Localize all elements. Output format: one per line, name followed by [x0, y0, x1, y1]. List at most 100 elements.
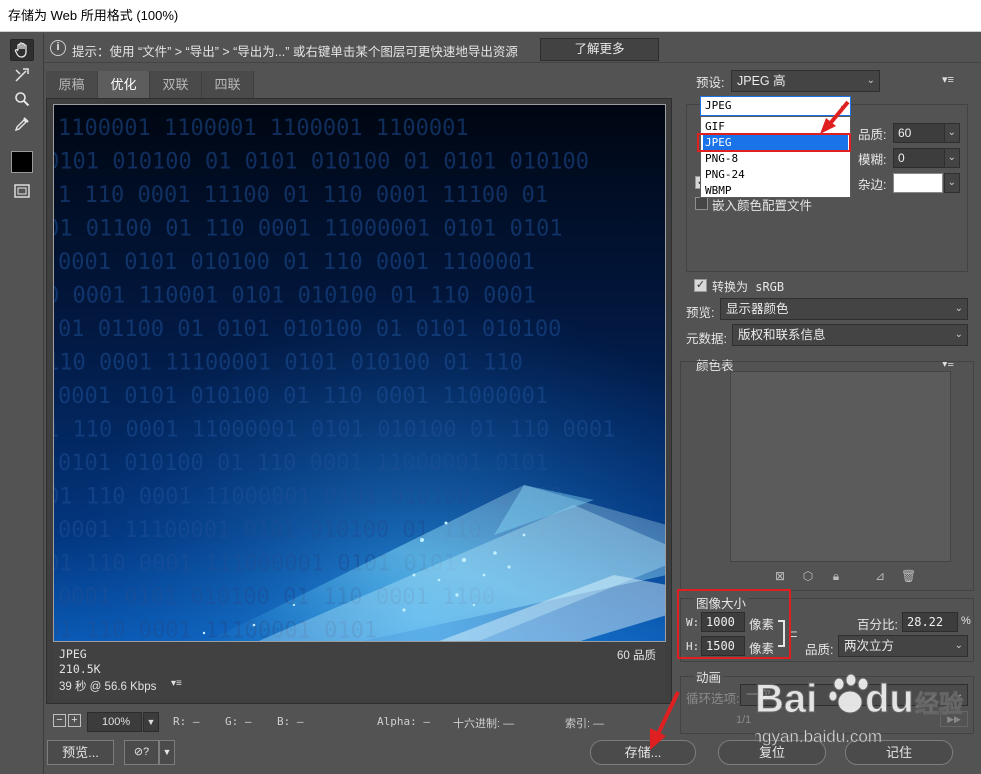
blur-slider-icon[interactable]: ⌄ — [944, 148, 960, 168]
zoom-dropdown-icon[interactable]: ▼ — [143, 712, 159, 732]
format-option-wbmp[interactable]: WBMP — [703, 183, 848, 198]
resample-quality-dropdown[interactable]: 两次立方 ⌄ — [838, 635, 968, 657]
metadata-label: 元数据: — [686, 332, 727, 346]
metadata-value: 版权和联系信息 — [738, 328, 826, 342]
status-alpha: Alpha: — — [377, 715, 430, 728]
format-option-png8[interactable]: PNG-8 — [703, 151, 848, 166]
tab-original[interactable]: 原稿 — [46, 71, 98, 98]
map-transparency-icon[interactable]: ⊠ — [773, 569, 787, 583]
annotation-arrow-save-icon — [650, 691, 680, 750]
quality-slider-icon[interactable]: ⌄ — [944, 123, 960, 143]
preview-format: JPEG — [59, 647, 87, 661]
matte-label: 杂边: — [858, 178, 887, 192]
percent-unit: % — [961, 615, 971, 627]
tool-panel — [0, 33, 44, 774]
baidu-watermark: Bai du 经验 jingyan.baidu.com — [744, 670, 970, 760]
status-g: G: — — [225, 715, 252, 728]
blur-label: 模糊: — [858, 153, 887, 167]
frame-counter: 1/1 — [736, 714, 752, 726]
watermark-brand: Bai — [755, 677, 817, 721]
preview-binary-row: 0101 010100 01 0101 010100 01 0101 01010… — [54, 150, 589, 175]
hint-text: 提示：使用 “文件” > “导出” > “导出为...” 或右键单击某个图层可更… — [72, 45, 518, 59]
optimize-menu-icon[interactable]: ▾≡ — [942, 73, 954, 86]
preview-file-size: 210.5K — [59, 662, 101, 676]
preview-info-panel: JPEG 210.5K 39 秒 @ 56.6 Kbps ▾≡ 60 品质 — [53, 643, 666, 700]
matte-dropdown-icon[interactable]: ⌄ — [944, 173, 960, 193]
preview-mode-value: 显示器颜色 — [726, 302, 789, 316]
chevron-down-icon: ⌄ — [954, 640, 963, 651]
color-table-area — [730, 371, 951, 562]
preview-quality: 60 品质 — [617, 650, 656, 662]
resample-quality-value: 两次立方 — [844, 639, 895, 653]
annotation-arrow-icon — [820, 100, 850, 134]
annotation-highlight-image-size — [677, 589, 791, 659]
tab-optimized[interactable]: 优化 — [98, 71, 150, 98]
convert-srgb-checkbox[interactable]: ✓ — [694, 279, 707, 292]
info-icon: i — [50, 40, 66, 56]
preview-binary-row: 1100001 1100001 1100001 1100001 — [58, 116, 469, 141]
preview-binary-row: 0101 010100 01 110 0001 11000001 0101 — [58, 451, 548, 476]
status-index: 索引: — — [565, 718, 605, 730]
preview-binary-row: 01 01100 01 0101 010100 01 0101 010100 — [58, 317, 561, 342]
browser-icon[interactable]: ⊘? — [124, 740, 159, 765]
quality-label: 品质: — [858, 128, 887, 142]
preview-in-browser-button[interactable]: 预览... — [47, 740, 114, 765]
eyedropper-color-swatch[interactable] — [11, 151, 33, 173]
status-r: R: — — [173, 715, 200, 728]
browser-dropdown-icon[interactable]: ▼ — [159, 740, 175, 765]
preview-binary-row: 0 0001 110001 0101 010100 01 110 0001 — [54, 284, 536, 309]
resample-quality-label: 品质: — [805, 643, 834, 657]
embed-profile-checkbox[interactable] — [695, 197, 708, 210]
zoom-level-field[interactable]: 100% — [87, 712, 142, 732]
preview-binary-row: 110 0001 11100001 0101 010100 01 110 — [54, 351, 523, 376]
blur-field[interactable]: 0 — [893, 148, 945, 168]
hand-tool-icon[interactable] — [10, 39, 34, 61]
web-shift-icon[interactable]: ⬡ — [801, 569, 815, 583]
watermark-brand-2: du — [865, 677, 914, 721]
zoom-in-button[interactable]: + — [68, 714, 81, 727]
preview-download-time: 39 秒 @ 56.6 Kbps — [59, 681, 157, 693]
preview-binary-row: 0001 0101 010100 01 110 0001 1100001 — [58, 250, 535, 275]
status-hex: 十六进制: — — [453, 718, 515, 730]
trash-icon[interactable]: 🗑︎ — [901, 569, 916, 583]
baidu-paw-logo-icon: Bai du 经验 jingyan.baidu.com — [744, 673, 963, 746]
eyedropper-tool-icon[interactable] — [10, 113, 34, 135]
preview-binary-row: 1 110 0001 11100 01 110 0001 11100 01 — [58, 183, 548, 208]
chevron-down-icon: ⌄ — [954, 303, 963, 314]
animation-title: 动画 — [694, 667, 724, 686]
zoom-out-button[interactable]: − — [53, 714, 66, 727]
tab-4-up[interactable]: 四联 — [202, 71, 254, 98]
matte-color-swatch[interactable] — [893, 173, 943, 193]
percent-field[interactable]: 28.22 — [902, 612, 958, 632]
format-option-png24[interactable]: PNG-24 — [703, 167, 848, 182]
format-value: JPEG — [705, 99, 732, 112]
preview-image-art: 1100001 1100001 1100001 1100001 0101 0101… — [54, 105, 665, 641]
preview-mode-label: 预览: — [686, 306, 715, 320]
learn-more-button[interactable]: 了解更多 — [540, 38, 659, 61]
lock-color-icon[interactable]: 🔒︎ — [829, 569, 843, 583]
preview-mode-dropdown[interactable]: 显示器颜色 ⌄ — [720, 298, 968, 320]
zoom-tool-icon[interactable] — [10, 88, 34, 110]
watermark-url: jingyan.baidu.com — [755, 727, 882, 746]
loop-options-label: 循环选项: — [686, 692, 740, 706]
tab-2-up[interactable]: 双联 — [150, 71, 202, 98]
status-b: B: — — [277, 715, 304, 728]
preset-dropdown[interactable]: JPEG 高 ⌄ — [731, 70, 880, 92]
convert-srgb-label: 转换为 sRGB — [712, 280, 785, 294]
watermark-cn: 经验 — [915, 690, 963, 718]
percent-label: 百分比: — [857, 618, 898, 632]
preview-binary-row: 01 01100 01 110 0001 11000001 0101 0101 — [54, 217, 563, 242]
preview-image[interactable]: 1100001 1100001 1100001 1100001 0101 0101… — [53, 104, 666, 642]
preset-value: JPEG 高 — [737, 74, 786, 88]
preset-label: 预设: — [696, 76, 725, 90]
download-speed-menu-icon[interactable]: ▾≡ — [171, 678, 182, 689]
window-title: 存储为 Web 所用格式 (100%) — [0, 0, 981, 32]
metadata-dropdown[interactable]: 版权和联系信息 ⌄ — [732, 324, 968, 346]
chevron-down-icon: ⌄ — [866, 75, 875, 86]
quality-field[interactable]: 60 — [893, 123, 945, 143]
slice-select-tool-icon[interactable] — [10, 64, 34, 86]
new-color-icon[interactable]: ⊿ — [873, 569, 887, 583]
chevron-down-icon: ⌄ — [954, 329, 963, 340]
toggle-slices-icon[interactable] — [10, 180, 34, 202]
preview-binary-row: 0001 0101 010100 01 110 0001 11000001 — [58, 384, 548, 409]
